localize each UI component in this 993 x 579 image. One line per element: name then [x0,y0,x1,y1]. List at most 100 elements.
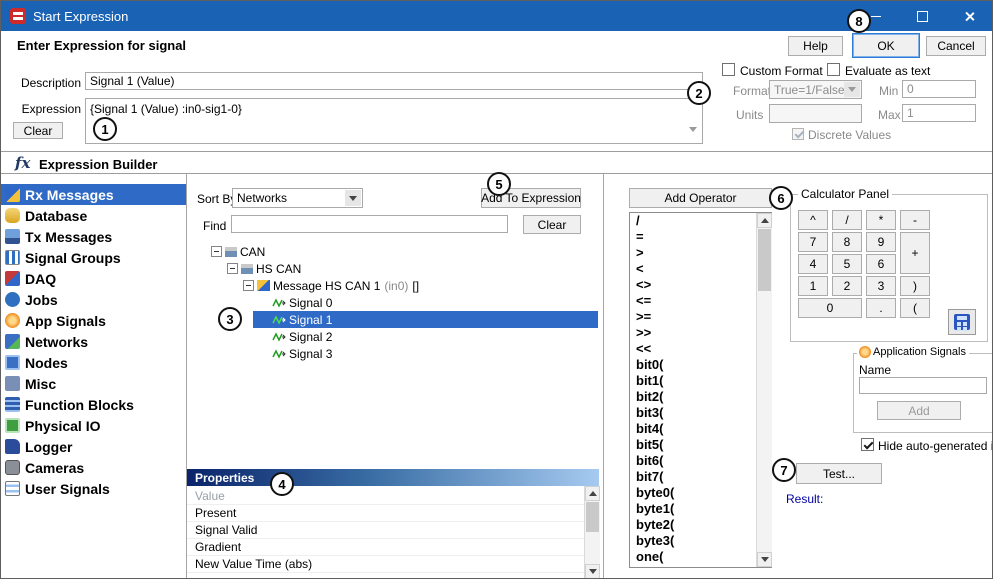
operator-item[interactable]: bit6( [630,453,771,469]
cancel-button[interactable]: Cancel [926,36,986,56]
clear-find-button[interactable]: Clear [523,215,581,234]
calc-key-8[interactable]: 8 [832,232,862,252]
calc-key-3[interactable]: 3 [866,276,896,296]
property-row-value[interactable]: Value [187,488,584,505]
operator-item[interactable]: one( [630,549,771,565]
calc-key-1[interactable]: 1 [798,276,828,296]
sidebar-item-daq[interactable]: DAQ [1,268,186,289]
calc-key-divide[interactable]: / [832,210,862,230]
operator-item[interactable]: byte3( [630,533,771,549]
operator-item[interactable]: bit3( [630,405,771,421]
operator-item[interactable]: bit4( [630,421,771,437]
expression-input[interactable]: {Signal 1 (Value) :in0-sig1-0} [85,98,703,144]
collapse-icon[interactable] [243,280,254,291]
scroll-up-icon[interactable] [585,486,600,501]
calc-key-6[interactable]: 6 [866,254,896,274]
description-input[interactable]: Signal 1 (Value) [85,72,703,90]
operator-item[interactable]: byte0( [630,485,771,501]
scroll-up-icon[interactable] [757,213,772,228]
scroll-down-icon[interactable] [585,564,600,579]
calculator-button[interactable] [948,309,976,335]
help-button[interactable]: Help [788,36,843,56]
close-button[interactable] [945,1,993,31]
calc-key-7[interactable]: 7 [798,232,828,252]
operator-item[interactable]: <= [630,293,771,309]
sort-by-dropdown[interactable]: Networks [232,188,363,208]
operator-item[interactable]: bit1( [630,373,771,389]
property-row-present[interactable]: Present [187,505,584,522]
calc-key-close-paren[interactable]: ) [900,276,930,296]
ok-button[interactable]: OK [852,33,920,58]
operator-item[interactable]: / [630,213,771,229]
sidebar-item-logger[interactable]: Logger [1,436,186,457]
find-input[interactable] [231,215,508,233]
property-row-new-value-time[interactable]: New Value Time (abs) [187,556,584,573]
operator-item[interactable]: bit7( [630,469,771,485]
operator-item[interactable]: byte2( [630,517,771,533]
tree-node-signal-1-selected[interactable]: Signal 1 [253,311,598,328]
sidebar-item-tx-messages[interactable]: Tx Messages [1,226,186,247]
operator-item[interactable]: << [630,341,771,357]
sidebar-item-database[interactable]: Database [1,205,186,226]
calc-key-5[interactable]: 5 [832,254,862,274]
scrollbar-thumb[interactable] [586,502,599,532]
test-button[interactable]: Test... [796,463,882,484]
add-operator-button[interactable]: Add Operator [629,188,772,208]
calc-key-multiply[interactable]: * [866,210,896,230]
sidebar-item-networks[interactable]: Networks [1,331,186,352]
operator-item[interactable]: > [630,245,771,261]
properties-scrollbar[interactable] [584,486,600,579]
maximize-button[interactable] [899,1,945,31]
calc-key-open-paren[interactable]: ( [900,298,930,318]
calc-key-4[interactable]: 4 [798,254,828,274]
sidebar-item-rx-messages[interactable]: Rx Messages [1,184,186,205]
sidebar-item-nodes[interactable]: Nodes [1,352,186,373]
tree-node-hs-can[interactable]: HS CAN [227,260,301,277]
sidebar-item-misc[interactable]: Misc [1,373,186,394]
property-row-gradient[interactable]: Gradient [187,539,584,556]
sidebar-item-function-blocks[interactable]: Function Blocks [1,394,186,415]
calc-key-minus[interactable]: - [900,210,930,230]
tree-node-signal-0[interactable]: Signal 0 [269,294,332,311]
calc-key-0[interactable]: 0 [798,298,862,318]
expression-expand-icon[interactable] [689,132,697,150]
sidebar-item-app-signals[interactable]: App Signals [1,310,186,331]
custom-format-checkbox[interactable] [722,63,735,76]
scroll-down-icon[interactable] [757,552,772,567]
operator-item[interactable]: = [630,229,771,245]
calc-key-9[interactable]: 9 [866,232,896,252]
sidebar-item-cameras[interactable]: Cameras [1,457,186,478]
operator-item[interactable]: >= [630,309,771,325]
calc-key-pow[interactable]: ^ [798,210,828,230]
collapse-icon[interactable] [211,246,222,257]
operator-item[interactable]: bit0( [630,357,771,373]
operator-item[interactable]: < [630,261,771,277]
operator-item[interactable]: bit5( [630,437,771,453]
evaluate-as-text-checkbox[interactable] [827,63,840,76]
operator-item[interactable]: <> [630,277,771,293]
operator-scrollbar[interactable] [756,213,772,567]
tree-node-can[interactable]: CAN [211,243,265,260]
collapse-icon[interactable] [227,263,238,274]
hide-auto-generated-checkbox[interactable] [861,438,874,451]
operator-item[interactable]: >> [630,325,771,341]
operator-item[interactable]: byte1( [630,501,771,517]
calc-key-plus[interactable]: + [900,232,930,274]
property-row-signal-valid[interactable]: Signal Valid [187,522,584,539]
close-icon [964,11,975,22]
annotation-circle-2: 2 [687,81,711,105]
sidebar-item-user-signals[interactable]: User Signals [1,478,186,499]
operator-item[interactable]: bit2( [630,389,771,405]
calc-key-dot[interactable]: . [866,298,896,318]
sidebar-item-signal-groups[interactable]: Signal Groups [1,247,186,268]
tree-node-message[interactable]: Message HS CAN 1 (in0) [] [243,277,419,294]
scrollbar-thumb[interactable] [758,229,771,291]
clear-expression-button[interactable]: Clear [13,122,63,139]
calc-key-2[interactable]: 2 [832,276,862,296]
tree-node-signal-2[interactable]: Signal 2 [269,328,332,345]
tree-node-signal-3[interactable]: Signal 3 [269,345,332,362]
physical-io-icon [5,418,20,433]
sidebar-item-jobs[interactable]: Jobs [1,289,186,310]
sidebar-item-physical-io[interactable]: Physical IO [1,415,186,436]
name-input[interactable] [859,377,987,394]
